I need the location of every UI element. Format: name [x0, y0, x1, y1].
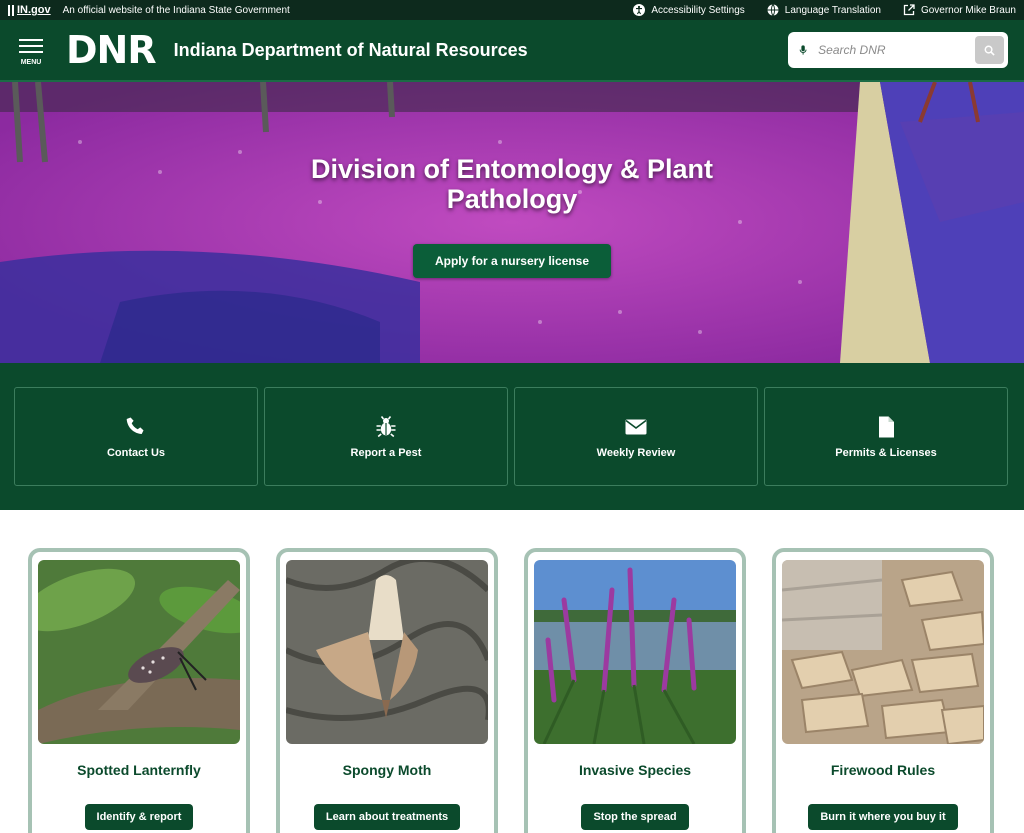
ingov-mark-icon	[8, 4, 14, 16]
utility-bar: IN.gov An official website of the Indian…	[0, 0, 1024, 20]
topic-card-spongy-moth: Spongy Moth Learn about treatments	[276, 548, 498, 833]
agency-name[interactable]: Indiana Department of Natural Resources	[174, 40, 528, 61]
learn-about-treatments-button[interactable]: Learn about treatments	[313, 804, 461, 830]
search-button[interactable]	[975, 36, 1004, 64]
globe-icon	[767, 4, 779, 16]
menu-label: MENU	[20, 58, 42, 66]
official-website-notice: An official website of the Indiana State…	[62, 4, 290, 16]
contact-us-link[interactable]: Contact Us	[14, 387, 258, 486]
weekly-review-label: Weekly Review	[596, 446, 676, 459]
accessibility-icon	[633, 4, 646, 16]
search-icon	[984, 45, 995, 56]
dnr-logo[interactable]: DNR	[66, 31, 157, 69]
weekly-review-link[interactable]: Weekly Review	[514, 387, 758, 486]
permits-licenses-link[interactable]: Permits & Licenses	[764, 387, 1008, 486]
topic-cards: Spotted Lanternfly Identify & report Spo…	[0, 510, 1024, 833]
hero-content: Division of Entomology & Plant Pathology…	[0, 154, 1024, 278]
utility-links: Accessibility Settings Language Translat…	[633, 4, 1016, 16]
ingov-logo[interactable]: IN.gov	[8, 4, 51, 16]
hamburger-icon	[19, 35, 43, 57]
contact-us-label: Contact Us	[106, 446, 166, 459]
topic-card-firewood-rules: Firewood Rules Burn it where you buy it	[772, 548, 994, 833]
document-icon	[879, 416, 894, 437]
report-a-pest-label: Report a Pest	[350, 446, 422, 459]
menu-button[interactable]: MENU	[16, 35, 46, 66]
permits-licenses-label: Permits & Licenses	[835, 446, 937, 459]
topic-title: Spotted Lanternfly	[77, 762, 201, 778]
site-header: MENU DNR Indiana Department of Natural R…	[0, 20, 1024, 82]
envelope-icon	[625, 419, 647, 434]
phone-icon	[126, 417, 144, 434]
governor-label: Governor Mike Braun	[920, 4, 1016, 16]
search-input[interactable]	[818, 43, 976, 57]
ingov-link-text: IN.gov	[17, 4, 51, 16]
microphone-icon[interactable]	[798, 44, 808, 56]
apply-nursery-license-button[interactable]: Apply for a nursery license	[412, 244, 612, 278]
topic-title: Firewood Rules	[830, 762, 936, 778]
spotted-lanternfly-image	[38, 560, 240, 744]
accessibility-settings-link[interactable]: Accessibility Settings	[633, 4, 745, 16]
burn-where-you-buy-button[interactable]: Burn it where you buy it	[808, 804, 958, 830]
governor-link[interactable]: Governor Mike Braun	[903, 4, 1016, 16]
invasive-species-image	[534, 560, 736, 744]
search-box	[788, 32, 1008, 68]
hero-banner: Division of Entomology & Plant Pathology…	[0, 82, 1024, 363]
accessibility-settings-label: Accessibility Settings	[651, 4, 745, 16]
topic-card-spotted-lanternfly: Spotted Lanternfly Identify & report	[28, 548, 250, 833]
language-translation-label: Language Translation	[784, 4, 881, 16]
topic-title: Invasive Species	[578, 762, 692, 778]
language-translation-link[interactable]: Language Translation	[767, 4, 881, 16]
topic-title: Spongy Moth	[342, 762, 432, 778]
topic-card-invasive-species: Invasive Species Stop the spread	[524, 548, 746, 833]
bug-icon	[376, 415, 396, 437]
identify-report-button[interactable]: Identify & report	[84, 804, 194, 830]
quick-links: Contact Us Report a Pest Weekly Review P…	[0, 363, 1024, 510]
spongy-moth-image	[286, 560, 488, 744]
report-a-pest-link[interactable]: Report a Pest	[264, 387, 508, 486]
page-title: Division of Entomology & Plant Pathology	[310, 154, 713, 214]
firewood-image	[782, 560, 984, 744]
external-link-icon	[903, 4, 915, 16]
stop-the-spread-button[interactable]: Stop the spread	[581, 804, 689, 830]
